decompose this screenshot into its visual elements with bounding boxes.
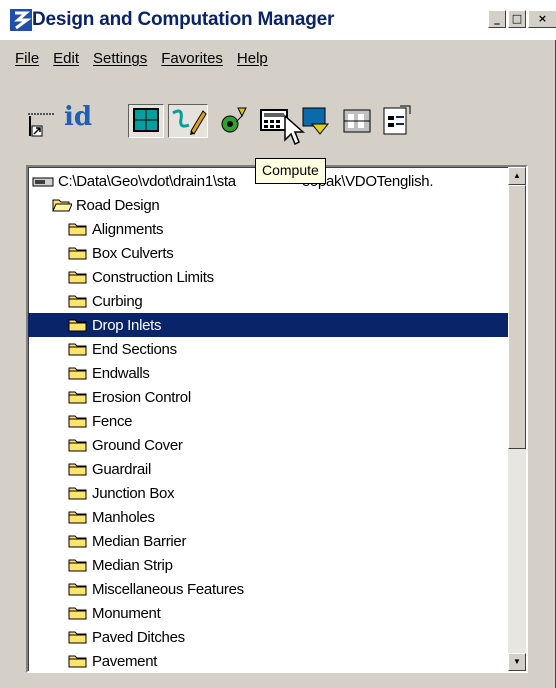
- tree-item[interactable]: Drop Inlets: [28, 313, 510, 337]
- highlight-icon: [302, 107, 330, 135]
- folder-icon: [68, 415, 87, 427]
- folder-icon: [68, 583, 87, 595]
- draw-mode-button[interactable]: [26, 104, 56, 138]
- tree-item[interactable]: Erosion Control: [28, 385, 510, 409]
- folder-icon: [68, 607, 87, 619]
- tree-item-label: Drop Inlets: [92, 316, 162, 334]
- scroll-down-arrow-icon[interactable]: ▼: [508, 653, 526, 671]
- tree-item[interactable]: Alignments: [28, 217, 510, 241]
- tree-item[interactable]: End Sections: [28, 337, 510, 361]
- folder-icon: [68, 631, 87, 643]
- folder-icon: [68, 559, 87, 571]
- shape-icon: [343, 109, 371, 133]
- id-button[interactable]: id: [62, 102, 98, 138]
- tree-item[interactable]: Curbing: [28, 289, 510, 313]
- tree-item-label: Erosion Control: [92, 388, 191, 406]
- settings-sheet-icon: [383, 105, 411, 135]
- scroll-up-arrow-icon[interactable]: ▲: [508, 167, 526, 185]
- window-title: Design and Computation Manager: [32, 9, 335, 30]
- app-logo-icon: [10, 9, 32, 31]
- tree-item[interactable]: Construction Limits: [28, 265, 510, 289]
- folder-icon: [68, 535, 87, 547]
- tree-item-label: Construction Limits: [92, 268, 214, 286]
- display-icon: [133, 108, 159, 132]
- title-bar[interactable]: Design and Computation Manager _ □ ×: [0, 0, 556, 40]
- menu-bar: File Edit Settings Favorites Help: [0, 44, 556, 74]
- tree-item-label: Median Barrier: [92, 532, 187, 550]
- folder-icon: [68, 223, 87, 235]
- tree-item[interactable]: Junction Box: [28, 481, 510, 505]
- toolbar: id: [10, 84, 470, 144]
- folder-icon: [68, 439, 87, 451]
- design-button[interactable]: [168, 104, 208, 138]
- vertical-scrollbar[interactable]: ▲ ▼: [508, 167, 526, 671]
- folder-icon: [68, 487, 87, 499]
- place-cell-icon: [221, 107, 247, 133]
- menu-help[interactable]: Help: [230, 44, 275, 74]
- tree-item[interactable]: Manholes: [28, 505, 510, 529]
- folder-icon: [68, 391, 87, 403]
- minimize-button[interactable]: _: [488, 10, 506, 28]
- shape-button[interactable]: [340, 104, 376, 138]
- tree-item-label: Manholes: [92, 508, 155, 526]
- tree-item[interactable]: Median Strip: [28, 553, 510, 577]
- tree-item[interactable]: Monument: [28, 601, 510, 625]
- folder-icon: [68, 511, 87, 523]
- tree-category-road-design[interactable]: Road Design: [28, 193, 510, 217]
- tree-item[interactable]: Paved Ditches: [28, 625, 510, 649]
- tree-item-label: Miscellaneous Features: [92, 580, 244, 598]
- folder-icon: [68, 343, 87, 355]
- tree-item-label: Curbing: [92, 292, 143, 310]
- tree-item[interactable]: Guardrail: [28, 457, 510, 481]
- tree-item-label: Alignments: [92, 220, 164, 238]
- tree-item[interactable]: Box Culverts: [28, 241, 510, 265]
- tree-item-label: Box Culverts: [92, 244, 174, 262]
- folder-icon: [68, 367, 87, 379]
- tree-item-label: Ground Cover: [92, 436, 183, 454]
- highlight-button[interactable]: [300, 104, 336, 138]
- compute-tooltip: Compute: [255, 158, 326, 184]
- tree-item-label: Fence: [92, 412, 133, 430]
- folder-icon: [68, 463, 87, 475]
- tree-item[interactable]: Miscellaneous Features: [28, 577, 510, 601]
- menu-edit[interactable]: Edit: [46, 44, 86, 74]
- open-folder-icon: [52, 199, 72, 211]
- drive-icon: [32, 177, 54, 186]
- dcm-window: Design and Computation Manager _ □ × Fil…: [0, 0, 556, 688]
- design-pencil-icon: [172, 109, 207, 135]
- tree-item-label: Endwalls: [92, 364, 150, 382]
- place-cell-button[interactable]: [218, 104, 254, 138]
- tree-item[interactable]: Fence: [28, 409, 510, 433]
- maximize-button[interactable]: □: [508, 10, 526, 28]
- tree-item-label: Junction Box: [92, 484, 175, 502]
- id-icon: id: [64, 102, 93, 132]
- tree-item[interactable]: Median Barrier: [28, 529, 510, 553]
- settings-sheet-button[interactable]: [380, 104, 416, 138]
- root-path: C:\Data\Geo\vdot\drain1\sta: [58, 172, 236, 190]
- folder-icon: [68, 295, 87, 307]
- display-button[interactable]: [128, 104, 164, 138]
- mouse-pointer-icon: [284, 114, 305, 146]
- folder-icon: [68, 655, 87, 667]
- category-label: Road Design: [76, 196, 160, 214]
- close-button[interactable]: ×: [528, 10, 556, 28]
- menu-file[interactable]: File: [8, 44, 46, 74]
- scroll-thumb[interactable]: [508, 185, 526, 449]
- folder-icon: [68, 319, 87, 331]
- tree-view[interactable]: C:\Data\Geo\vdot\drain1\sta eopak\VDOTen…: [26, 165, 528, 673]
- tree-item[interactable]: Pavement: [28, 649, 510, 671]
- tree-item-label: End Sections: [92, 340, 177, 358]
- tree-item-label: Pavement: [92, 652, 158, 670]
- tree-item-label: Monument: [92, 604, 161, 622]
- tree-item-label: Paved Ditches: [92, 628, 185, 646]
- draw-mode-icon: [28, 113, 54, 137]
- tree-item[interactable]: Endwalls: [28, 361, 510, 385]
- tree-item[interactable]: Ground Cover: [28, 433, 510, 457]
- menu-settings[interactable]: Settings: [86, 44, 154, 74]
- menu-favorites[interactable]: Favorites: [154, 44, 230, 74]
- folder-icon: [68, 271, 87, 283]
- tree-item-label: Guardrail: [92, 460, 151, 478]
- folder-icon: [68, 247, 87, 259]
- tree-item-label: Median Strip: [92, 556, 173, 574]
